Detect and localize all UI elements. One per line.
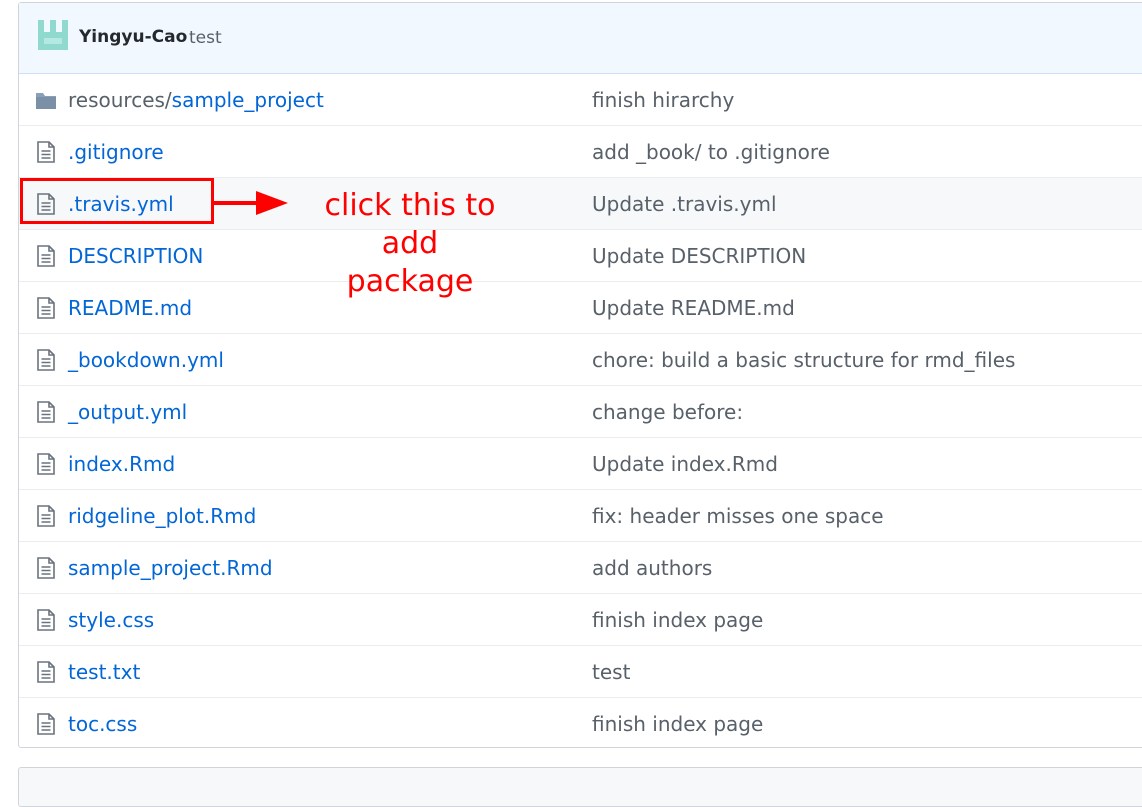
- file-name-text[interactable]: sample_project.Rmd: [68, 556, 273, 580]
- annotation-line-2: package: [346, 264, 474, 299]
- file-name-text[interactable]: _bookdown.yml: [68, 348, 224, 372]
- avatar[interactable]: [38, 20, 68, 50]
- commit-message-link[interactable]: test: [189, 28, 222, 48]
- file-name-text[interactable]: style.css: [68, 608, 154, 632]
- latest-commit-header: Yingyu-Cao test: [19, 3, 1142, 74]
- file-name-link[interactable]: .gitignore: [68, 140, 164, 164]
- file-row[interactable]: test.txt test: [19, 645, 1142, 697]
- file-name-link[interactable]: DESCRIPTION: [68, 244, 203, 268]
- file-row[interactable]: _output.yml change before:: [19, 385, 1142, 437]
- file-icon: [35, 296, 57, 320]
- file-row[interactable]: toc.css finish index page: [19, 697, 1142, 749]
- file-name-link[interactable]: style.css: [68, 608, 154, 632]
- commit-message-link[interactable]: Update index.Rmd: [592, 452, 778, 476]
- file-row[interactable]: style.css finish index page: [19, 593, 1142, 645]
- file-name-text[interactable]: README.md: [68, 296, 192, 320]
- file-icon: [35, 504, 57, 528]
- file-row[interactable]: .gitignore add _book/ to .gitignore: [19, 125, 1142, 177]
- file-name-link[interactable]: _bookdown.yml: [68, 348, 224, 372]
- commit-message-link[interactable]: chore: build a basic structure for rmd_f…: [592, 348, 1015, 372]
- annotation-line-1: click this to add: [324, 188, 496, 261]
- file-row[interactable]: _bookdown.yml chore: build a basic struct…: [19, 333, 1142, 385]
- readme-panel-edge: [18, 767, 1142, 807]
- file-row[interactable]: ridgeline_plot.Rmd fix: header misses one…: [19, 489, 1142, 541]
- file-icon: [35, 400, 57, 424]
- file-name-text[interactable]: index.Rmd: [68, 452, 175, 476]
- file-name-text[interactable]: sample_project: [172, 88, 324, 112]
- commit-message-link[interactable]: change before:: [592, 400, 743, 424]
- commit-message-link[interactable]: finish index page: [592, 608, 763, 632]
- file-name-text[interactable]: ridgeline_plot.Rmd: [68, 504, 256, 528]
- annotation-highlight-box: [20, 178, 214, 224]
- file-row[interactable]: DESCRIPTION Update DESCRIPTION: [19, 229, 1142, 281]
- commit-message-link[interactable]: finish index page: [592, 712, 763, 736]
- file-name-link[interactable]: toc.css: [68, 712, 137, 736]
- file-row[interactable]: index.Rmd Update index.Rmd: [19, 437, 1142, 489]
- file-name-link[interactable]: README.md: [68, 296, 192, 320]
- commit-message-link[interactable]: add authors: [592, 556, 712, 580]
- file-icon: [35, 452, 57, 476]
- file-name-link[interactable]: resources/sample_project: [68, 88, 324, 112]
- file-icon: [35, 348, 57, 372]
- annotation-arrow-icon: [212, 191, 288, 215]
- commit-message-link[interactable]: finish hirarchy: [592, 88, 734, 112]
- file-row[interactable]: README.md Update README.md: [19, 281, 1142, 333]
- file-icon: [35, 556, 57, 580]
- file-name-link[interactable]: _output.yml: [68, 400, 187, 424]
- file-name-text[interactable]: test.txt: [68, 660, 140, 684]
- file-icon: [35, 244, 57, 268]
- commit-message-link[interactable]: test: [592, 660, 630, 684]
- file-name-link[interactable]: ridgeline_plot.Rmd: [68, 504, 256, 528]
- file-table: resources/sample_project finish hirarchy.…: [19, 74, 1142, 749]
- file-name-text[interactable]: toc.css: [68, 712, 137, 736]
- file-name-text[interactable]: .gitignore: [68, 140, 164, 164]
- file-icon: [35, 608, 57, 632]
- folder-icon: [35, 88, 57, 112]
- file-icon: [35, 712, 57, 736]
- file-name-link[interactable]: test.txt: [68, 660, 140, 684]
- file-name-text[interactable]: DESCRIPTION: [68, 244, 203, 268]
- commit-author-link[interactable]: Yingyu-Cao: [79, 27, 187, 47]
- file-icon: [35, 660, 57, 684]
- file-row[interactable]: sample_project.Rmd add authors: [19, 541, 1142, 593]
- file-name-link[interactable]: sample_project.Rmd: [68, 556, 273, 580]
- dir-path-prefix[interactable]: resources/: [68, 88, 172, 112]
- commit-message-link[interactable]: fix: header misses one space: [592, 504, 884, 528]
- commit-message-link[interactable]: Update .travis.yml: [592, 192, 777, 216]
- file-name-link[interactable]: index.Rmd: [68, 452, 175, 476]
- file-row[interactable]: resources/sample_project finish hirarchy: [19, 74, 1142, 125]
- commit-message-link[interactable]: add _book/ to .gitignore: [592, 140, 830, 164]
- commit-message-link[interactable]: Update DESCRIPTION: [592, 244, 806, 268]
- file-icon: [35, 140, 57, 164]
- file-name-text[interactable]: _output.yml: [68, 400, 187, 424]
- commit-message-link[interactable]: Update README.md: [592, 296, 795, 320]
- file-list-panel: Yingyu-Cao test resources/sample_project…: [18, 2, 1142, 748]
- annotation-text: click this to add package: [294, 187, 526, 301]
